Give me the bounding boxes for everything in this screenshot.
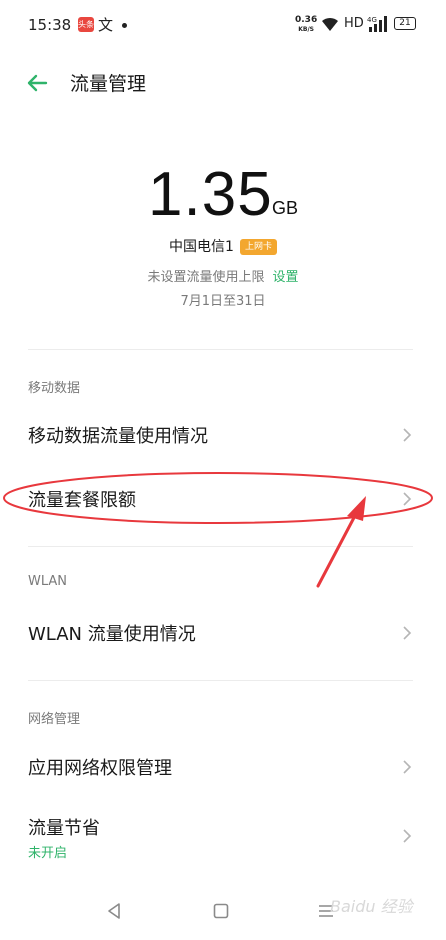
list-item-label: WLAN 流量使用情况 [28,624,196,645]
list-item-data-saver[interactable]: 流量节省 未开启 [0,798,446,868]
section-title-wlan: WLAN [28,574,68,589]
divider [28,546,413,547]
svg-text:4G: 4G [367,16,377,24]
list-item-app-network-permissions[interactable]: 应用网络权限管理 [0,738,446,794]
section-title-network: 网络管理 [28,712,81,727]
list-item-label: 应用网络权限管理 [28,758,172,779]
hd-voice-icon: HD [344,16,364,31]
billing-period: 7月1日至31日 [180,294,266,309]
usage-value: 1.35 [148,160,273,229]
network-speed-unit: KB/S [298,26,314,33]
system-nav-bar: Baidu 经验 [0,885,446,940]
cellular-signal-icon: 4G [367,16,387,32]
text-notification-icon: 文 [98,16,114,34]
status-bar: 15:38 头条 文 0.36 KB/S HD 4G 21 [0,0,446,50]
sim-row: 中国电信1 上网卡 [0,236,446,256]
list-item-mobile-data-usage[interactable]: 移动数据流量使用情况 [0,406,446,462]
back-button[interactable] [22,68,52,98]
list-item-data-plan-limit[interactable]: 流量套餐限额 [0,470,446,526]
chevron-right-icon [403,626,412,640]
wifi-icon [322,17,338,31]
usage-unit: GB [272,198,299,218]
data-saver-status: 未开启 [28,846,68,861]
chevron-right-icon [403,760,412,774]
news-app-icon: 头条 [78,17,94,32]
chevron-right-icon [403,492,412,506]
usage-summary: 1.35 GB 中国电信1 上网卡 未设置流量使用上限 设置 7月1日至31日 [0,160,446,309]
chevron-right-icon [403,829,412,843]
page-title: 流量管理 [70,73,147,95]
watermark: Baidu 经验 [330,897,413,916]
limit-row: 未设置流量使用上限 设置 [0,266,446,285]
limit-text: 未设置流量使用上限 [147,270,265,285]
list-item-label: 流量节省 [28,818,100,839]
network-speed: 0.36 KB/S [295,16,317,34]
list-item-label: 流量套餐限额 [28,490,136,511]
chevron-right-icon [403,428,412,442]
sim-badge: 上网卡 [239,239,277,255]
network-speed-value: 0.36 [295,15,318,25]
back-arrow-icon [27,74,48,92]
battery-icon: 21 [394,17,416,30]
section-title-mobile-data: 移动数据 [28,381,81,396]
nav-back-icon[interactable] [105,902,123,920]
set-limit-link[interactable]: 设置 [273,270,299,285]
header: 流量管理 [0,60,446,106]
usage-value-row: 1.35 GB [0,160,446,230]
notification-dot-icon [122,23,127,28]
nav-home-icon[interactable] [213,903,229,919]
list-item-label: 移动数据流量使用情况 [28,426,208,447]
list-item-wlan-usage[interactable]: WLAN 流量使用情况 [0,604,446,660]
divider [28,349,413,350]
status-time: 15:38 [28,16,72,34]
sim-name: 中国电信1 [169,239,234,255]
divider [28,680,413,681]
